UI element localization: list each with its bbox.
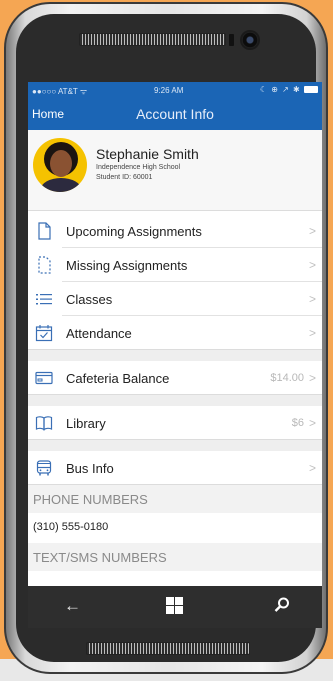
chevron-right-icon: >: [308, 371, 316, 385]
menu-item-label: Attendance: [66, 326, 132, 341]
chevron-right-icon: >: [308, 416, 316, 430]
section-gap: [28, 395, 322, 406]
chevron-right-icon: >: [308, 292, 316, 306]
bottom-speaker: [86, 642, 250, 655]
chevron-right-icon: >: [308, 258, 316, 272]
student-school: Independence High School: [96, 164, 181, 171]
dashed-document-icon: [38, 256, 51, 274]
menu-item-label: Upcoming Assignments: [66, 224, 202, 239]
battery-icon: [304, 86, 318, 94]
status-time: 9:26 AM: [154, 86, 184, 95]
menu-item-library[interactable]: Library $6 >: [28, 406, 322, 440]
book-icon: [35, 416, 53, 431]
profile-header: Stephanie Smith Independence High School…: [28, 130, 322, 211]
sensor: [229, 34, 234, 46]
menu-item-attendance[interactable]: Attendance >: [28, 316, 322, 350]
avatar: [33, 138, 87, 192]
windows-start-icon[interactable]: [166, 597, 183, 614]
bus-icon: [36, 460, 52, 476]
menu-item-bus-info[interactable]: Bus Info >: [28, 451, 322, 485]
menu-item-label: Cafeteria Balance: [66, 371, 170, 386]
menu-item-upcoming-assignments[interactable]: Upcoming Assignments >: [28, 214, 322, 248]
menu-item-missing-assignments[interactable]: Missing Assignments >: [28, 248, 322, 282]
system-nav-bar: ←: [28, 586, 322, 628]
nav-bar: Home Account Info: [28, 99, 322, 130]
status-icons-label: ☾ ⊕ ↗ ✱: [259, 85, 301, 94]
document-icon: [38, 222, 51, 240]
avatar-face: [50, 150, 72, 177]
carrier-label: ●●○○○ AT&T ᯤ: [32, 87, 88, 96]
status-bar: ●●○○○ AT&T ᯤ 9:26 AM ☾ ⊕ ↗ ✱: [28, 82, 322, 99]
section-gap: [28, 350, 322, 361]
chevron-right-icon: >: [308, 461, 316, 475]
status-icons: ☾ ⊕ ↗ ✱: [260, 85, 318, 94]
student-id: Student ID: 60001: [96, 174, 153, 181]
card-icon: [35, 371, 53, 385]
student-name: Stephanie Smith: [96, 146, 199, 162]
sms-numbers-header: TEXT/SMS NUMBERS: [28, 543, 322, 571]
section-gap: [28, 440, 322, 451]
app-screen: ●●○○○ AT&T ᯤ 9:26 AM ☾ ⊕ ↗ ✱ Home Accoun…: [28, 82, 322, 628]
menu-item-classes[interactable]: Classes >: [28, 282, 322, 316]
calendar-check-icon: [35, 325, 53, 342]
list-icon: [36, 294, 52, 305]
page-title: Account Info: [136, 106, 214, 122]
menu-item-label: Bus Info: [66, 461, 114, 476]
library-balance-value: $6: [291, 417, 304, 429]
menu-item-label: Missing Assignments: [66, 258, 188, 273]
search-icon[interactable]: [272, 595, 292, 615]
chevron-right-icon: >: [308, 326, 316, 340]
phone-number-item[interactable]: (310) 555-0180: [28, 513, 322, 541]
chevron-right-icon: >: [308, 224, 316, 238]
menu-item-label: Classes: [66, 292, 113, 307]
avatar-body: [41, 178, 81, 192]
cafeteria-balance-value: $14.00: [270, 372, 304, 384]
back-button[interactable]: ←: [64, 596, 81, 616]
menu-item-label: Library: [66, 416, 106, 431]
menu-item-cafeteria-balance[interactable]: Cafeteria Balance $14.00 >: [28, 361, 322, 395]
phone-numbers-header: PHONE NUMBERS: [28, 485, 322, 513]
front-camera-icon: [240, 30, 260, 50]
earpiece-speaker: [79, 33, 226, 46]
